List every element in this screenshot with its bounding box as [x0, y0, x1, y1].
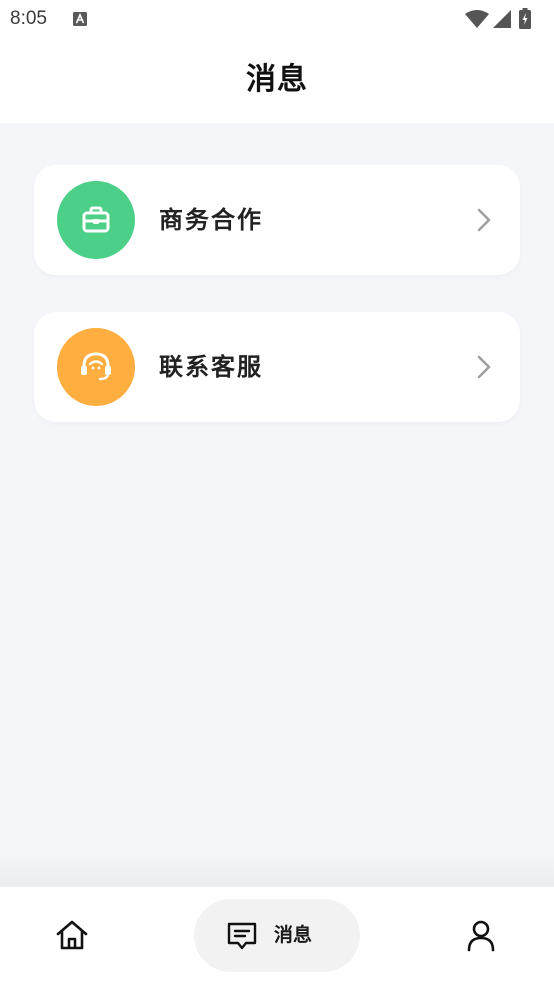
nav-messages-tab[interactable]: 消息	[194, 899, 360, 972]
page-header: 消息	[0, 40, 554, 123]
chevron-right-icon	[476, 208, 492, 236]
contact-support-label: 联系客服	[159, 353, 263, 381]
status-time: 8:05	[10, 8, 47, 29]
contact-support-item[interactable]: 联系客服	[34, 312, 520, 422]
nav-profile-tab[interactable]	[461, 915, 501, 955]
business-cooperation-label: 商务合作	[159, 206, 263, 234]
status-bar: 8:05	[0, 0, 554, 40]
home-icon	[52, 920, 92, 959]
page-title: 消息	[246, 62, 308, 97]
bottom-nav-shadow	[0, 855, 554, 887]
nav-home-tab[interactable]	[52, 915, 92, 955]
business-cooperation-item[interactable]: 商务合作	[34, 165, 520, 275]
status-icons	[465, 8, 545, 30]
keyboard-a-icon	[73, 11, 87, 26]
nav-messages-label: 消息	[274, 924, 313, 946]
business-cooperation-icon-bg	[57, 181, 135, 259]
contact-support-icon-bg	[57, 328, 135, 406]
chevron-right-icon	[476, 355, 492, 383]
user-icon	[461, 920, 501, 959]
message-icon	[226, 921, 258, 955]
bottom-nav: 消息	[0, 887, 554, 985]
